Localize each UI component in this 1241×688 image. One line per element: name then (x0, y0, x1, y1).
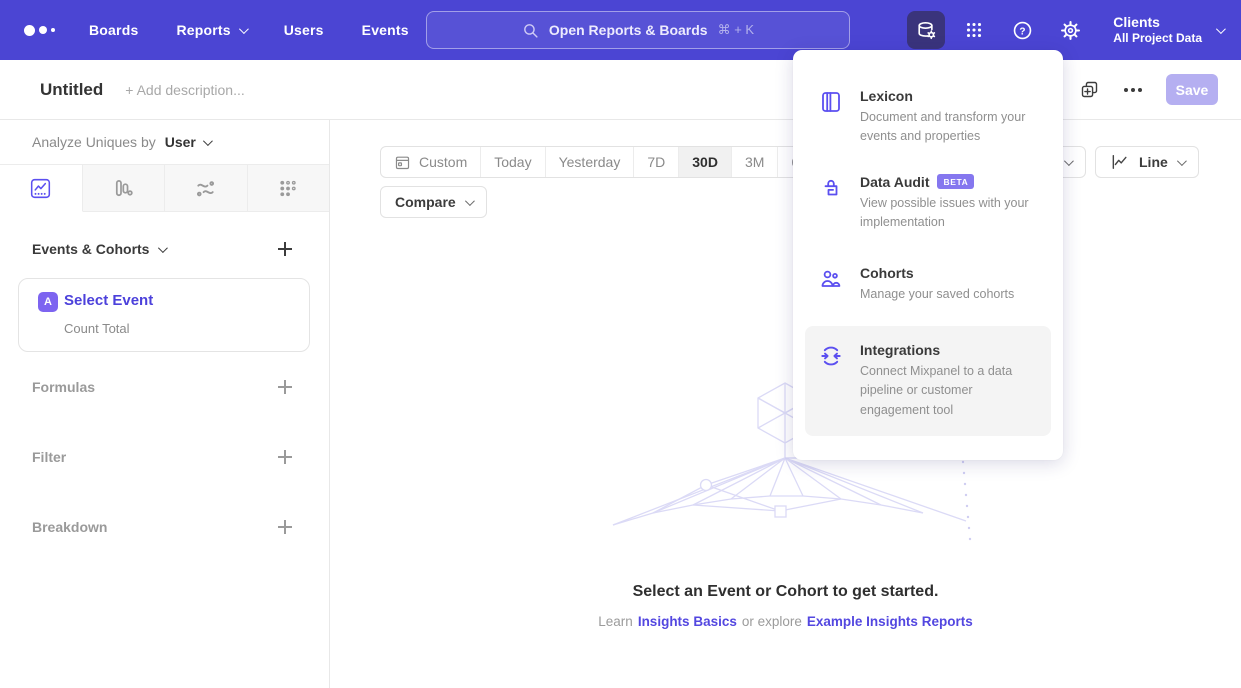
date-range-yesterday[interactable]: Yesterday (546, 147, 635, 177)
chevron-down-icon (203, 136, 213, 146)
database-gear-icon (915, 19, 938, 42)
more-options-button[interactable] (1124, 88, 1142, 92)
chevron-down-icon (239, 24, 249, 34)
compare-button[interactable]: Compare (380, 186, 487, 218)
mixpanel-logo[interactable] (24, 25, 55, 36)
dots-grid-icon (277, 177, 300, 200)
add-filter-button[interactable] (277, 449, 293, 465)
tab-bar-chart[interactable] (83, 165, 166, 211)
menu-item-lexicon[interactable]: Lexicon Document and transform your even… (793, 88, 1063, 147)
chevron-down-icon (1177, 156, 1187, 166)
nav-item-users[interactable]: Users (284, 22, 324, 38)
formulas-label: Formulas (32, 379, 95, 395)
grid-dots-icon (963, 19, 985, 41)
bar-chart-icon (112, 177, 135, 200)
flow-icon (194, 177, 217, 200)
insights-chart-icon (29, 177, 52, 200)
tab-insights-line[interactable] (0, 165, 83, 212)
empty-state-title: Select an Event or Cohort to get started… (330, 583, 1241, 601)
chevron-down-icon (465, 196, 475, 206)
analyze-row: Analyze Uniques by User (0, 120, 329, 165)
tab-retention-grid[interactable] (248, 165, 330, 211)
integrations-icon (819, 344, 843, 368)
project-scope: All Project Data (1113, 31, 1202, 46)
menu-item-integrations[interactable]: Integrations Connect Mixpanel to a data … (805, 326, 1051, 436)
date-range-custom[interactable]: Custom (381, 147, 481, 177)
data-management-button[interactable] (907, 11, 945, 49)
search-icon (522, 22, 539, 39)
project-name: Clients (1113, 14, 1202, 32)
query-sidebar: Analyze Uniques by User (0, 120, 330, 688)
gear-icon (1059, 19, 1082, 42)
nav-item-events[interactable]: Events (362, 22, 409, 38)
report-title[interactable]: Untitled (40, 80, 103, 100)
line-chart-icon (1110, 152, 1130, 172)
breakdown-label: Breakdown (32, 519, 107, 535)
help-icon: ? (1011, 19, 1034, 42)
event-card[interactable]: A Select Event Count Total (18, 278, 310, 352)
analyze-label: Analyze Uniques by (32, 134, 156, 150)
breakdown-section: Breakdown (0, 519, 329, 535)
search-shortcut: ⌘ + K (718, 22, 755, 38)
data-management-menu: Lexicon Document and transform your even… (793, 50, 1063, 460)
chart-type-tabs (0, 165, 329, 212)
report-description-field[interactable]: + Add description... (125, 82, 244, 98)
add-formula-button[interactable] (277, 379, 293, 395)
event-badge: A (38, 292, 58, 312)
example-reports-link[interactable]: Example Insights Reports (807, 614, 973, 629)
menu-item-data-audit[interactable]: Data Audit BETA View possible issues wit… (793, 174, 1063, 233)
date-range-control: Custom Today Yesterday 7D 30D 3M 6M (380, 146, 825, 178)
calendar-icon (394, 154, 411, 171)
chart-style-dropdown[interactable]: Line (1095, 146, 1199, 178)
add-event-button[interactable] (277, 241, 293, 257)
apps-grid-button[interactable] (955, 11, 993, 49)
chevron-down-icon (158, 243, 168, 253)
project-switcher[interactable]: Clients All Project Data (1113, 14, 1223, 47)
data-audit-icon (819, 176, 843, 200)
search-placeholder: Open Reports & Boards (549, 22, 708, 38)
formulas-section: Formulas (0, 379, 329, 395)
filter-section: Filter (0, 449, 329, 465)
add-breakdown-button[interactable] (277, 519, 293, 535)
count-total-label[interactable]: Count Total (64, 321, 130, 336)
date-range-7d[interactable]: 7D (634, 147, 679, 177)
select-event-label[interactable]: Select Event (64, 292, 153, 309)
tab-flow[interactable] (165, 165, 248, 211)
events-cohorts-section: Events & Cohorts (0, 241, 329, 257)
nav-item-boards[interactable]: Boards (89, 22, 138, 38)
date-range-30d[interactable]: 30D (679, 147, 732, 177)
save-button[interactable]: Save (1166, 74, 1218, 105)
events-cohorts-header[interactable]: Events & Cohorts (32, 241, 165, 257)
chevron-down-icon (1216, 24, 1226, 34)
filter-label: Filter (32, 449, 66, 465)
copy-report-icon[interactable] (1079, 79, 1100, 100)
lexicon-icon (819, 90, 843, 114)
cohorts-icon (819, 267, 843, 291)
beta-badge: BETA (937, 174, 974, 189)
settings-button[interactable] (1051, 11, 1089, 49)
help-button[interactable]: ? (1003, 11, 1041, 49)
insights-basics-link[interactable]: Insights Basics (638, 614, 737, 629)
date-range-today[interactable]: Today (481, 147, 545, 177)
svg-text:?: ? (1019, 26, 1025, 37)
nav-item-reports[interactable]: Reports (176, 22, 245, 38)
chevron-down-icon (1064, 156, 1074, 166)
learn-prefix: Learn (598, 614, 633, 629)
global-search-input[interactable]: Open Reports & Boards ⌘ + K (426, 11, 850, 49)
menu-item-cohorts[interactable]: Cohorts Manage your saved cohorts (793, 265, 1063, 304)
or-explore-text: or explore (742, 614, 802, 629)
analyze-by-dropdown[interactable]: User (165, 134, 210, 150)
date-range-3m[interactable]: 3M (732, 147, 778, 177)
